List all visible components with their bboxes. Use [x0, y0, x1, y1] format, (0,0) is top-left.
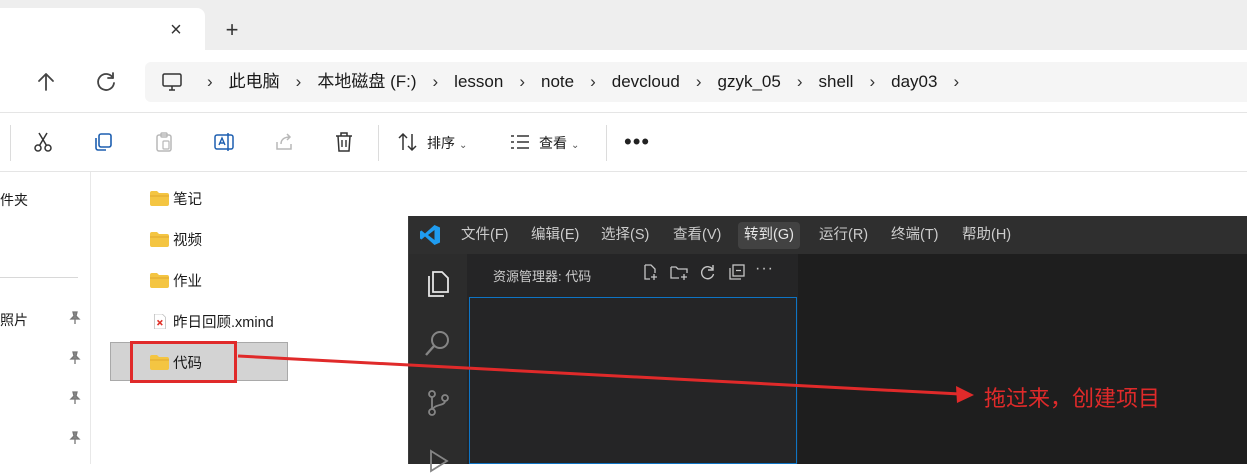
nav-item-pictures[interactable]: 照片: [0, 310, 28, 330]
pin-icon[interactable]: [68, 391, 82, 405]
pin-icon[interactable]: [68, 431, 82, 445]
activity-bar: [409, 254, 467, 473]
file-name: 昨日回顾.xmind: [173, 314, 274, 331]
breadcrumb-separator[interactable]: ›: [433, 62, 439, 102]
breadcrumb-shell[interactable]: shell: [818, 62, 853, 102]
annotation-text: 拖过来，创建项目: [984, 386, 1161, 411]
up-arrow-icon[interactable]: [32, 68, 60, 96]
breadcrumb-separator[interactable]: ›: [590, 62, 596, 102]
breadcrumb-separator[interactable]: ›: [869, 62, 875, 102]
paste-icon[interactable]: [152, 130, 176, 154]
address-bar[interactable]: › 此电脑 › 本地磁盘 (F:) › lesson › note › devc…: [145, 62, 1247, 102]
rename-icon[interactable]: [212, 130, 236, 154]
copy-icon[interactable]: [91, 130, 115, 154]
view-icon[interactable]: [508, 130, 532, 154]
file-name: 作业: [173, 273, 202, 290]
collapse-folders-icon[interactable]: [728, 263, 746, 281]
menu-edit[interactable]: 编辑(E): [525, 222, 585, 249]
search-icon[interactable]: [423, 328, 453, 358]
explorer-drop-area[interactable]: [469, 297, 797, 464]
pin-icon[interactable]: [68, 351, 82, 365]
file-item-xmind[interactable]: 昨日回顾.xmind: [150, 309, 274, 333]
nav-divider: [0, 277, 78, 278]
explorer-tab[interactable]: ×: [0, 8, 205, 50]
view-button[interactable]: 查看 ⌄: [539, 133, 579, 153]
explorer-title: 资源管理器: 代码: [493, 269, 592, 284]
nav-item-folder[interactable]: 件夹: [0, 190, 28, 210]
menu-run[interactable]: 运行(R): [813, 222, 874, 249]
chevron-down-icon: ⌄: [459, 140, 468, 151]
sort-button[interactable]: 排序 ⌄: [427, 133, 467, 153]
vscode-logo-icon: [420, 225, 440, 245]
breadcrumb-separator[interactable]: ›: [797, 62, 803, 102]
highlight-box: [130, 341, 237, 383]
file-item-homework[interactable]: 作业: [150, 268, 202, 292]
vscode-title-bar: 文件(F) 编辑(E) 选择(S) 查看(V) 转到(G) 运行(R) 终端(T…: [409, 216, 1247, 254]
breadcrumb-gzyk-05[interactable]: gzyk_05: [717, 62, 780, 102]
source-control-icon[interactable]: [423, 388, 453, 418]
toolbar-divider: [606, 125, 607, 161]
new-tab-icon[interactable]: +: [220, 18, 244, 42]
explorer-more-options[interactable]: ···: [755, 260, 779, 278]
file-name: 笔记: [173, 191, 202, 208]
file-name: 视频: [173, 232, 202, 249]
explorer-icon[interactable]: [423, 268, 453, 298]
command-bar: 排序 ⌄ 查看 ⌄ •••: [0, 112, 1247, 172]
menu-selection[interactable]: 选择(S): [595, 222, 655, 249]
navigation-row: › 此电脑 › 本地磁盘 (F:) › lesson › note › devc…: [0, 50, 1247, 112]
file-item-videos[interactable]: 视频: [150, 227, 202, 251]
pin-icon[interactable]: [68, 311, 82, 325]
xmind-file-icon: [153, 313, 166, 329]
breadcrumb-this-pc[interactable]: 此电脑: [229, 62, 280, 102]
more-options-button[interactable]: •••: [624, 129, 650, 155]
refresh-explorer-icon[interactable]: [699, 263, 717, 281]
breadcrumb-local-disk[interactable]: 本地磁盘 (F:): [317, 62, 416, 102]
toolbar-divider: [10, 125, 11, 161]
new-file-icon[interactable]: [641, 263, 659, 281]
computer-icon[interactable]: [161, 71, 183, 93]
file-item-notes[interactable]: 笔记: [150, 186, 202, 210]
breadcrumb-day03[interactable]: day03: [891, 62, 937, 102]
share-icon[interactable]: [272, 130, 296, 154]
menu-file[interactable]: 文件(F): [455, 222, 515, 249]
menu-view[interactable]: 查看(V): [667, 222, 727, 249]
toolbar-divider: [378, 125, 379, 161]
chevron-down-icon: ⌄: [571, 140, 580, 151]
delete-icon[interactable]: [332, 130, 356, 154]
breadcrumb-devcloud[interactable]: devcloud: [612, 62, 680, 102]
vscode-window: 文件(F) 编辑(E) 选择(S) 查看(V) 转到(G) 运行(R) 终端(T…: [408, 216, 1247, 473]
folder-icon: [150, 231, 169, 247]
editor-area[interactable]: [798, 254, 1247, 464]
new-folder-icon[interactable]: [670, 263, 688, 281]
breadcrumb-separator[interactable]: ›: [519, 62, 525, 102]
refresh-icon[interactable]: [92, 68, 120, 96]
breadcrumb-separator[interactable]: ›: [207, 62, 213, 102]
view-label: 查看: [539, 135, 567, 151]
navigation-pane: 件夹 照片: [0, 172, 91, 464]
menu-help[interactable]: 帮助(H): [956, 222, 1017, 249]
menu-go[interactable]: 转到(G): [738, 222, 800, 249]
menu-terminal[interactable]: 终端(T): [885, 222, 945, 249]
breadcrumb-separator[interactable]: ›: [953, 62, 959, 102]
run-debug-icon[interactable]: [423, 446, 453, 476]
sort-icon[interactable]: [396, 130, 420, 154]
folder-icon: [150, 272, 169, 288]
sort-label: 排序: [427, 135, 455, 151]
breadcrumb-separator[interactable]: ›: [296, 62, 302, 102]
breadcrumb-lesson[interactable]: lesson: [454, 62, 503, 102]
tab-strip: × +: [0, 0, 1247, 50]
folder-icon: [150, 190, 169, 206]
cut-icon[interactable]: [31, 130, 55, 154]
close-tab-icon[interactable]: ×: [164, 18, 188, 42]
breadcrumb-separator[interactable]: ›: [696, 62, 702, 102]
breadcrumb-note[interactable]: note: [541, 62, 574, 102]
